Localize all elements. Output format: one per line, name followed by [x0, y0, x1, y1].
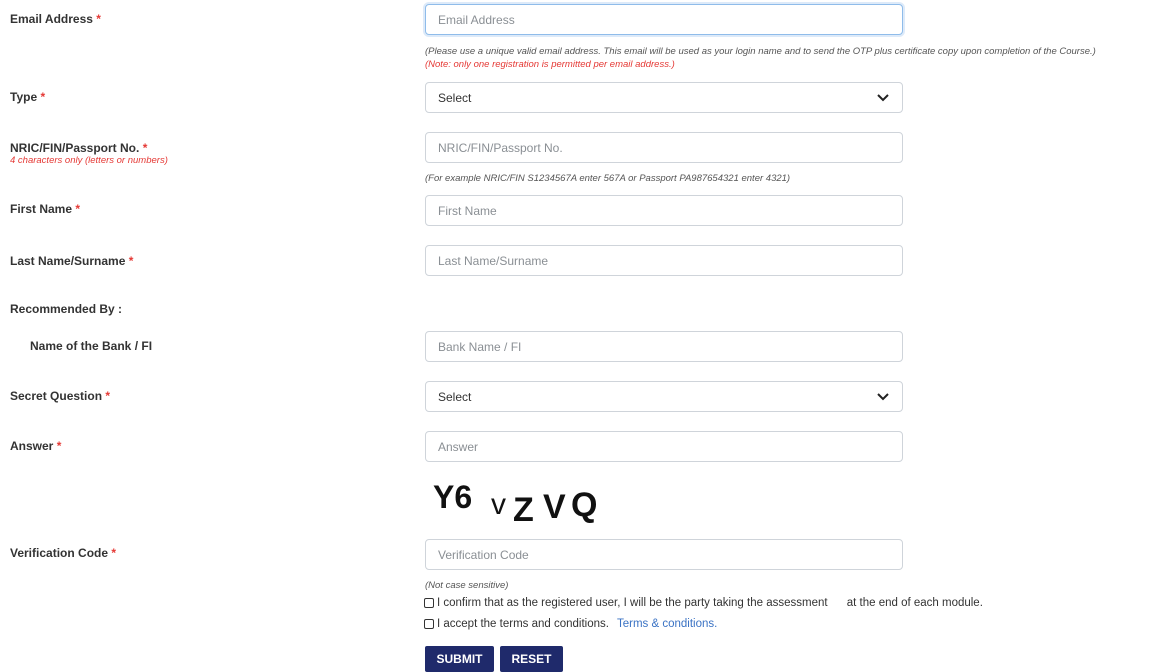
- chevron-down-icon: [876, 390, 890, 404]
- reset-button[interactable]: RESET: [500, 646, 563, 672]
- email-label: Email Address *: [10, 12, 101, 26]
- last-name-label: Last Name/Surname *: [10, 254, 134, 268]
- chevron-down-icon: [876, 91, 890, 105]
- verification-hint: (Not case sensitive): [425, 580, 509, 591]
- bank-label: Name of the Bank / FI: [30, 339, 153, 353]
- nric-sublabel: 4 characters only (letters or numbers): [10, 155, 168, 166]
- svg-text:v: v: [491, 488, 506, 521]
- email-hint: (Please use a unique valid email address…: [425, 46, 1096, 57]
- secret-question-select[interactable]: Select: [425, 381, 903, 412]
- nric-input[interactable]: [425, 132, 903, 163]
- secret-question-value: Select: [438, 389, 472, 404]
- email-note: (Note: only one registration is permitte…: [425, 59, 675, 70]
- recommended-by-label: Recommended By :: [10, 302, 123, 316]
- terms-checkbox[interactable]: [424, 619, 434, 629]
- nric-hint: (For example NRIC/FIN S1234567A enter 56…: [425, 173, 791, 184]
- type-select[interactable]: Select: [425, 82, 903, 113]
- first-name-label: First Name *: [10, 202, 81, 216]
- confirm-checkbox[interactable]: [424, 598, 434, 608]
- terms-link[interactable]: Terms & conditions.: [617, 618, 717, 630]
- answer-label: Answer *: [10, 439, 62, 453]
- confirm-checkbox-label: I confirm that as the registered user, I…: [437, 597, 983, 609]
- captcha-image: Y6 v Z V Q: [433, 479, 597, 526]
- confirm-checkbox-row[interactable]: I confirm that as the registered user, I…: [424, 597, 983, 609]
- svg-text:V: V: [543, 488, 566, 526]
- email-input[interactable]: [425, 4, 903, 35]
- first-name-input[interactable]: [425, 195, 903, 226]
- terms-checkbox-label: I accept the terms and conditions.: [437, 618, 609, 630]
- last-name-input[interactable]: [425, 245, 903, 276]
- type-select-value: Select: [438, 90, 472, 105]
- svg-text:Z: Z: [513, 491, 534, 526]
- type-label: Type *: [10, 90, 46, 104]
- bank-input[interactable]: [425, 331, 903, 362]
- svg-text:Q: Q: [571, 486, 597, 524]
- submit-button[interactable]: SUBMIT: [425, 646, 494, 672]
- nric-label: NRIC/FIN/Passport No. *: [10, 141, 148, 155]
- answer-input[interactable]: [425, 431, 903, 462]
- secret-question-label: Secret Question *: [10, 389, 111, 403]
- verification-input[interactable]: [425, 539, 903, 570]
- verification-label: Verification Code *: [10, 546, 117, 560]
- terms-checkbox-row[interactable]: I accept the terms and conditions. Terms…: [424, 618, 717, 630]
- svg-text:Y6: Y6: [433, 479, 472, 515]
